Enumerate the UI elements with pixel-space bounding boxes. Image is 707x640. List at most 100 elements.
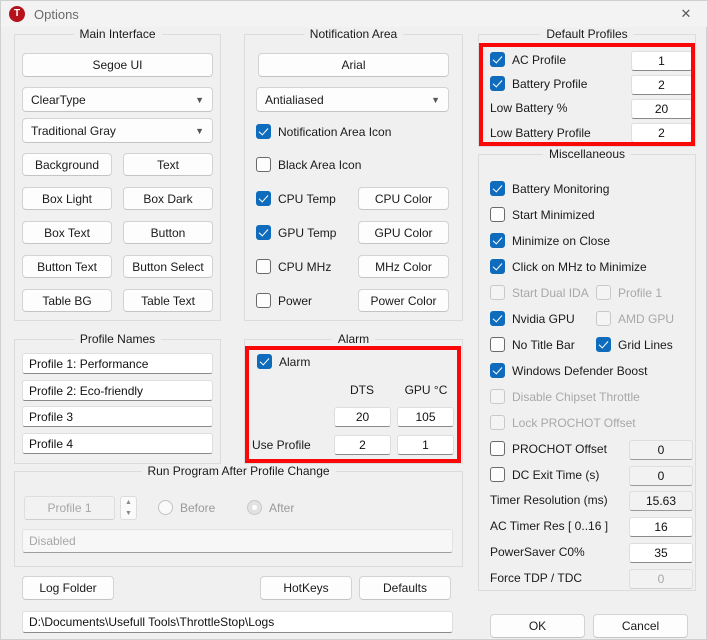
spinner-up-icon[interactable]: ▲ [121, 497, 136, 508]
close-icon[interactable]: ✕ [664, 1, 707, 27]
alarm-gpu-threshold-input[interactable]: 105 [397, 407, 454, 427]
checkbox-label: Grid Lines [618, 337, 673, 352]
low-battery-percent-value[interactable]: 20 [631, 99, 692, 119]
checkbox-no-title-bar[interactable]: No Title Bar [490, 337, 575, 352]
checkbox-icon [490, 415, 505, 430]
checkbox-click-mhz-minimize[interactable]: Click on MHz to Minimize [490, 259, 647, 274]
ac-profile-value[interactable]: 1 [631, 51, 692, 71]
notification-font-button[interactable]: Arial [258, 53, 449, 77]
ac-timer-res-value[interactable]: 16 [629, 517, 693, 537]
checkbox-icon [490, 233, 505, 248]
profile-name-3-input[interactable]: Profile 3 [22, 406, 213, 427]
radio-after: After [247, 500, 294, 515]
checkbox-label: No Title Bar [512, 337, 575, 352]
alarm-dts-profile-input[interactable]: 2 [334, 435, 391, 455]
color-button-button-text[interactable]: Button Text [22, 255, 112, 278]
checkbox-battery-profile[interactable]: Battery Profile [490, 76, 587, 91]
color-button-table-text[interactable]: Table Text [123, 289, 213, 312]
main-theme-combo[interactable]: Traditional Gray ▼ [22, 118, 213, 143]
alarm-use-profile-label: Use Profile [252, 438, 311, 452]
log-folder-button[interactable]: Log Folder [22, 576, 114, 600]
checkbox-label: AC Profile [512, 52, 567, 67]
notification-area-title: Notification Area [303, 27, 404, 41]
checkbox-minimize-on-close[interactable]: Minimize on Close [490, 233, 610, 248]
default-profiles-title: Default Profiles [540, 27, 634, 41]
profile-name-4-input[interactable]: Profile 4 [22, 433, 213, 454]
checkbox-label: Windows Defender Boost [512, 363, 648, 378]
ok-button[interactable]: OK [490, 614, 585, 638]
power-color-button[interactable]: Power Color [358, 289, 449, 312]
checkbox-icon [490, 389, 505, 404]
checkbox-label: Power [278, 293, 313, 308]
color-button-text[interactable]: Text [123, 153, 213, 176]
checkbox-label: Disable Chipset Throttle [512, 389, 640, 404]
checkbox-notification-area-icon[interactable]: Notification Area Icon [256, 124, 391, 139]
checkbox-icon [490, 337, 505, 352]
checkbox-windows-defender-boost[interactable]: Windows Defender Boost [490, 363, 647, 378]
profile-name-1-input[interactable]: Profile 1: Performance [22, 353, 213, 374]
throttlestop-icon: T [9, 6, 25, 22]
checkbox-label: CPU Temp [278, 191, 336, 206]
color-button-box-text[interactable]: Box Text [22, 221, 112, 244]
powersaver-c0-label: PowerSaver C0% [490, 545, 585, 559]
checkbox-label: Notification Area Icon [278, 124, 392, 139]
checkbox-black-area-icon[interactable]: Black Area Icon [256, 157, 361, 172]
checkbox-label: Start Minimized [512, 207, 595, 222]
main-interface-title: Main Interface [73, 27, 162, 41]
checkbox-alarm[interactable]: Alarm [257, 354, 310, 369]
radio-label: After [269, 500, 295, 515]
low-battery-profile-value[interactable]: 2 [631, 123, 692, 143]
checkbox-dc-exit-time[interactable]: DC Exit Time (s) [490, 467, 599, 482]
prochot-offset-value[interactable]: 0 [629, 440, 693, 460]
checkbox-power[interactable]: Power [256, 293, 312, 308]
checkbox-grid-lines[interactable]: Grid Lines [596, 337, 673, 352]
battery-profile-value[interactable]: 2 [631, 75, 692, 95]
run-program-profile-selector[interactable]: Profile 1 [24, 496, 115, 520]
radio-before: Before [158, 500, 215, 515]
cpu-color-button[interactable]: CPU Color [358, 187, 449, 210]
checkbox-start-minimized[interactable]: Start Minimized [490, 207, 595, 222]
checkbox-disable-chipset-throttle: Disable Chipset Throttle [490, 389, 640, 404]
log-path-input[interactable]: D:\Documents\Usefull Tools\ThrottleStop\… [22, 611, 453, 633]
main-rendering-combo[interactable]: ClearType ▼ [22, 87, 213, 112]
color-button-box-dark[interactable]: Box Dark [123, 187, 213, 210]
color-button-box-light[interactable]: Box Light [22, 187, 112, 210]
checkbox-label: Battery Profile [512, 76, 588, 91]
profile-name-2-input[interactable]: Profile 2: Eco-friendly [22, 380, 213, 401]
defaults-button[interactable]: Defaults [359, 576, 451, 600]
hotkeys-button[interactable]: HotKeys [260, 576, 352, 600]
alarm-dts-threshold-input[interactable]: 20 [334, 407, 391, 427]
color-button-button-select[interactable]: Button Select [123, 255, 213, 278]
color-button-background[interactable]: Background [22, 153, 112, 176]
checkbox-icon [596, 311, 611, 326]
alarm-gpu-column-header: GPU °C [404, 383, 448, 397]
notification-rendering-combo[interactable]: Antialiased ▼ [256, 87, 449, 112]
checkbox-ac-profile[interactable]: AC Profile [490, 52, 566, 67]
powersaver-c0-value[interactable]: 35 [629, 543, 693, 563]
run-program-path-input[interactable]: Disabled [22, 529, 453, 553]
checkbox-cpu-temp[interactable]: CPU Temp [256, 191, 336, 206]
checkbox-icon [256, 157, 271, 172]
run-program-title: Run Program After Profile Change [141, 464, 336, 478]
chevron-down-icon: ▼ [195, 94, 204, 105]
spinner-down-icon[interactable]: ▼ [121, 508, 136, 519]
chevron-down-icon: ▼ [431, 94, 440, 105]
color-button-button[interactable]: Button [123, 221, 213, 244]
alarm-gpu-profile-input[interactable]: 1 [397, 435, 454, 455]
checkbox-cpu-mhz[interactable]: CPU MHz [256, 259, 331, 274]
checkbox-gpu-temp[interactable]: GPU Temp [256, 225, 336, 240]
radio-icon [158, 500, 173, 515]
run-program-profile-spinner[interactable]: ▲ ▼ [120, 496, 137, 520]
gpu-color-button[interactable]: GPU Color [358, 221, 449, 244]
dc-exit-time-value[interactable]: 0 [629, 466, 693, 486]
checkbox-icon [490, 259, 505, 274]
checkbox-prochot-offset[interactable]: PROCHOT Offset [490, 441, 607, 456]
main-font-button[interactable]: Segoe UI [22, 53, 213, 77]
checkbox-label: Click on MHz to Minimize [512, 259, 647, 274]
checkbox-battery-monitoring[interactable]: Battery Monitoring [490, 181, 609, 196]
cancel-button[interactable]: Cancel [593, 614, 688, 638]
checkbox-nvidia-gpu[interactable]: Nvidia GPU [490, 311, 575, 326]
window-title: Options [34, 6, 79, 22]
mhz-color-button[interactable]: MHz Color [358, 255, 449, 278]
color-button-table-bg[interactable]: Table BG [22, 289, 112, 312]
